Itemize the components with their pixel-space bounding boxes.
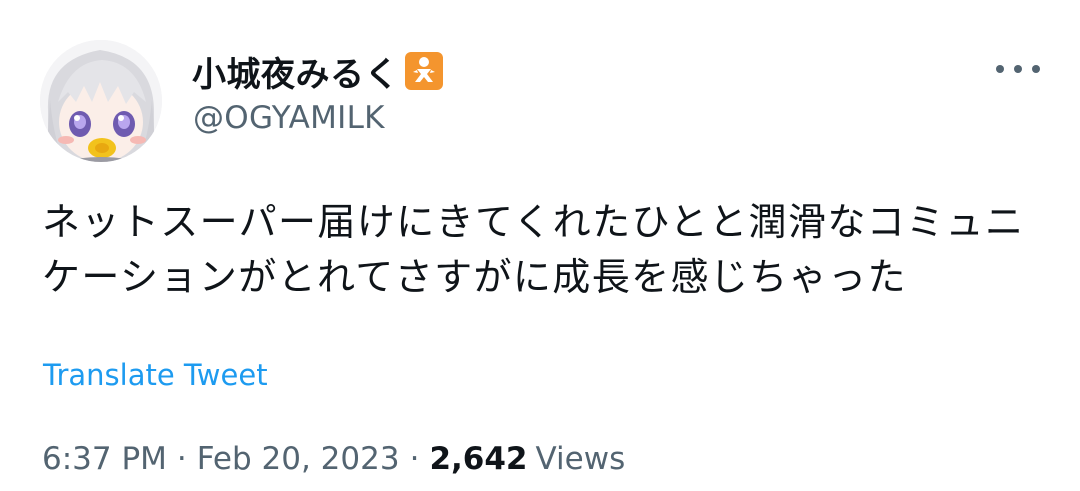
tweet-time[interactable]: 6:37 PM — [42, 441, 167, 477]
tweet-date[interactable]: Feb 20, 2023 — [197, 441, 400, 477]
more-options-icon[interactable] — [996, 54, 1040, 84]
tweet-meta: 6:37 PM · Feb 20, 2023 · 2,642 Views — [42, 441, 625, 477]
author-name-row: 小城夜みるく — [192, 47, 443, 96]
display-name[interactable]: 小城夜みるく — [192, 47, 399, 96]
avatar-image — [40, 40, 162, 162]
translate-tweet-link[interactable]: Translate Tweet — [43, 358, 268, 392]
views-label: Views — [535, 441, 626, 477]
meta-separator: · — [409, 441, 420, 477]
views-count: 2,642 — [429, 441, 528, 477]
baby-emoji-icon — [405, 52, 443, 90]
tweet-card: 小城夜みるく @OGYAMILK ネットスーパー届けにきてくれたひとと潤滑なコミ… — [0, 0, 1080, 491]
more-dot — [1014, 65, 1022, 73]
more-dot — [1032, 65, 1040, 73]
meta-separator: · — [176, 441, 187, 477]
tweet-text: ネットスーパー届けにきてくれたひとと潤滑なコミュニケーションがとれてさすがに成長… — [42, 200, 1025, 299]
avatar[interactable] — [40, 40, 162, 162]
author-handle[interactable]: @OGYAMILK — [193, 100, 385, 136]
more-dot — [996, 65, 1004, 73]
